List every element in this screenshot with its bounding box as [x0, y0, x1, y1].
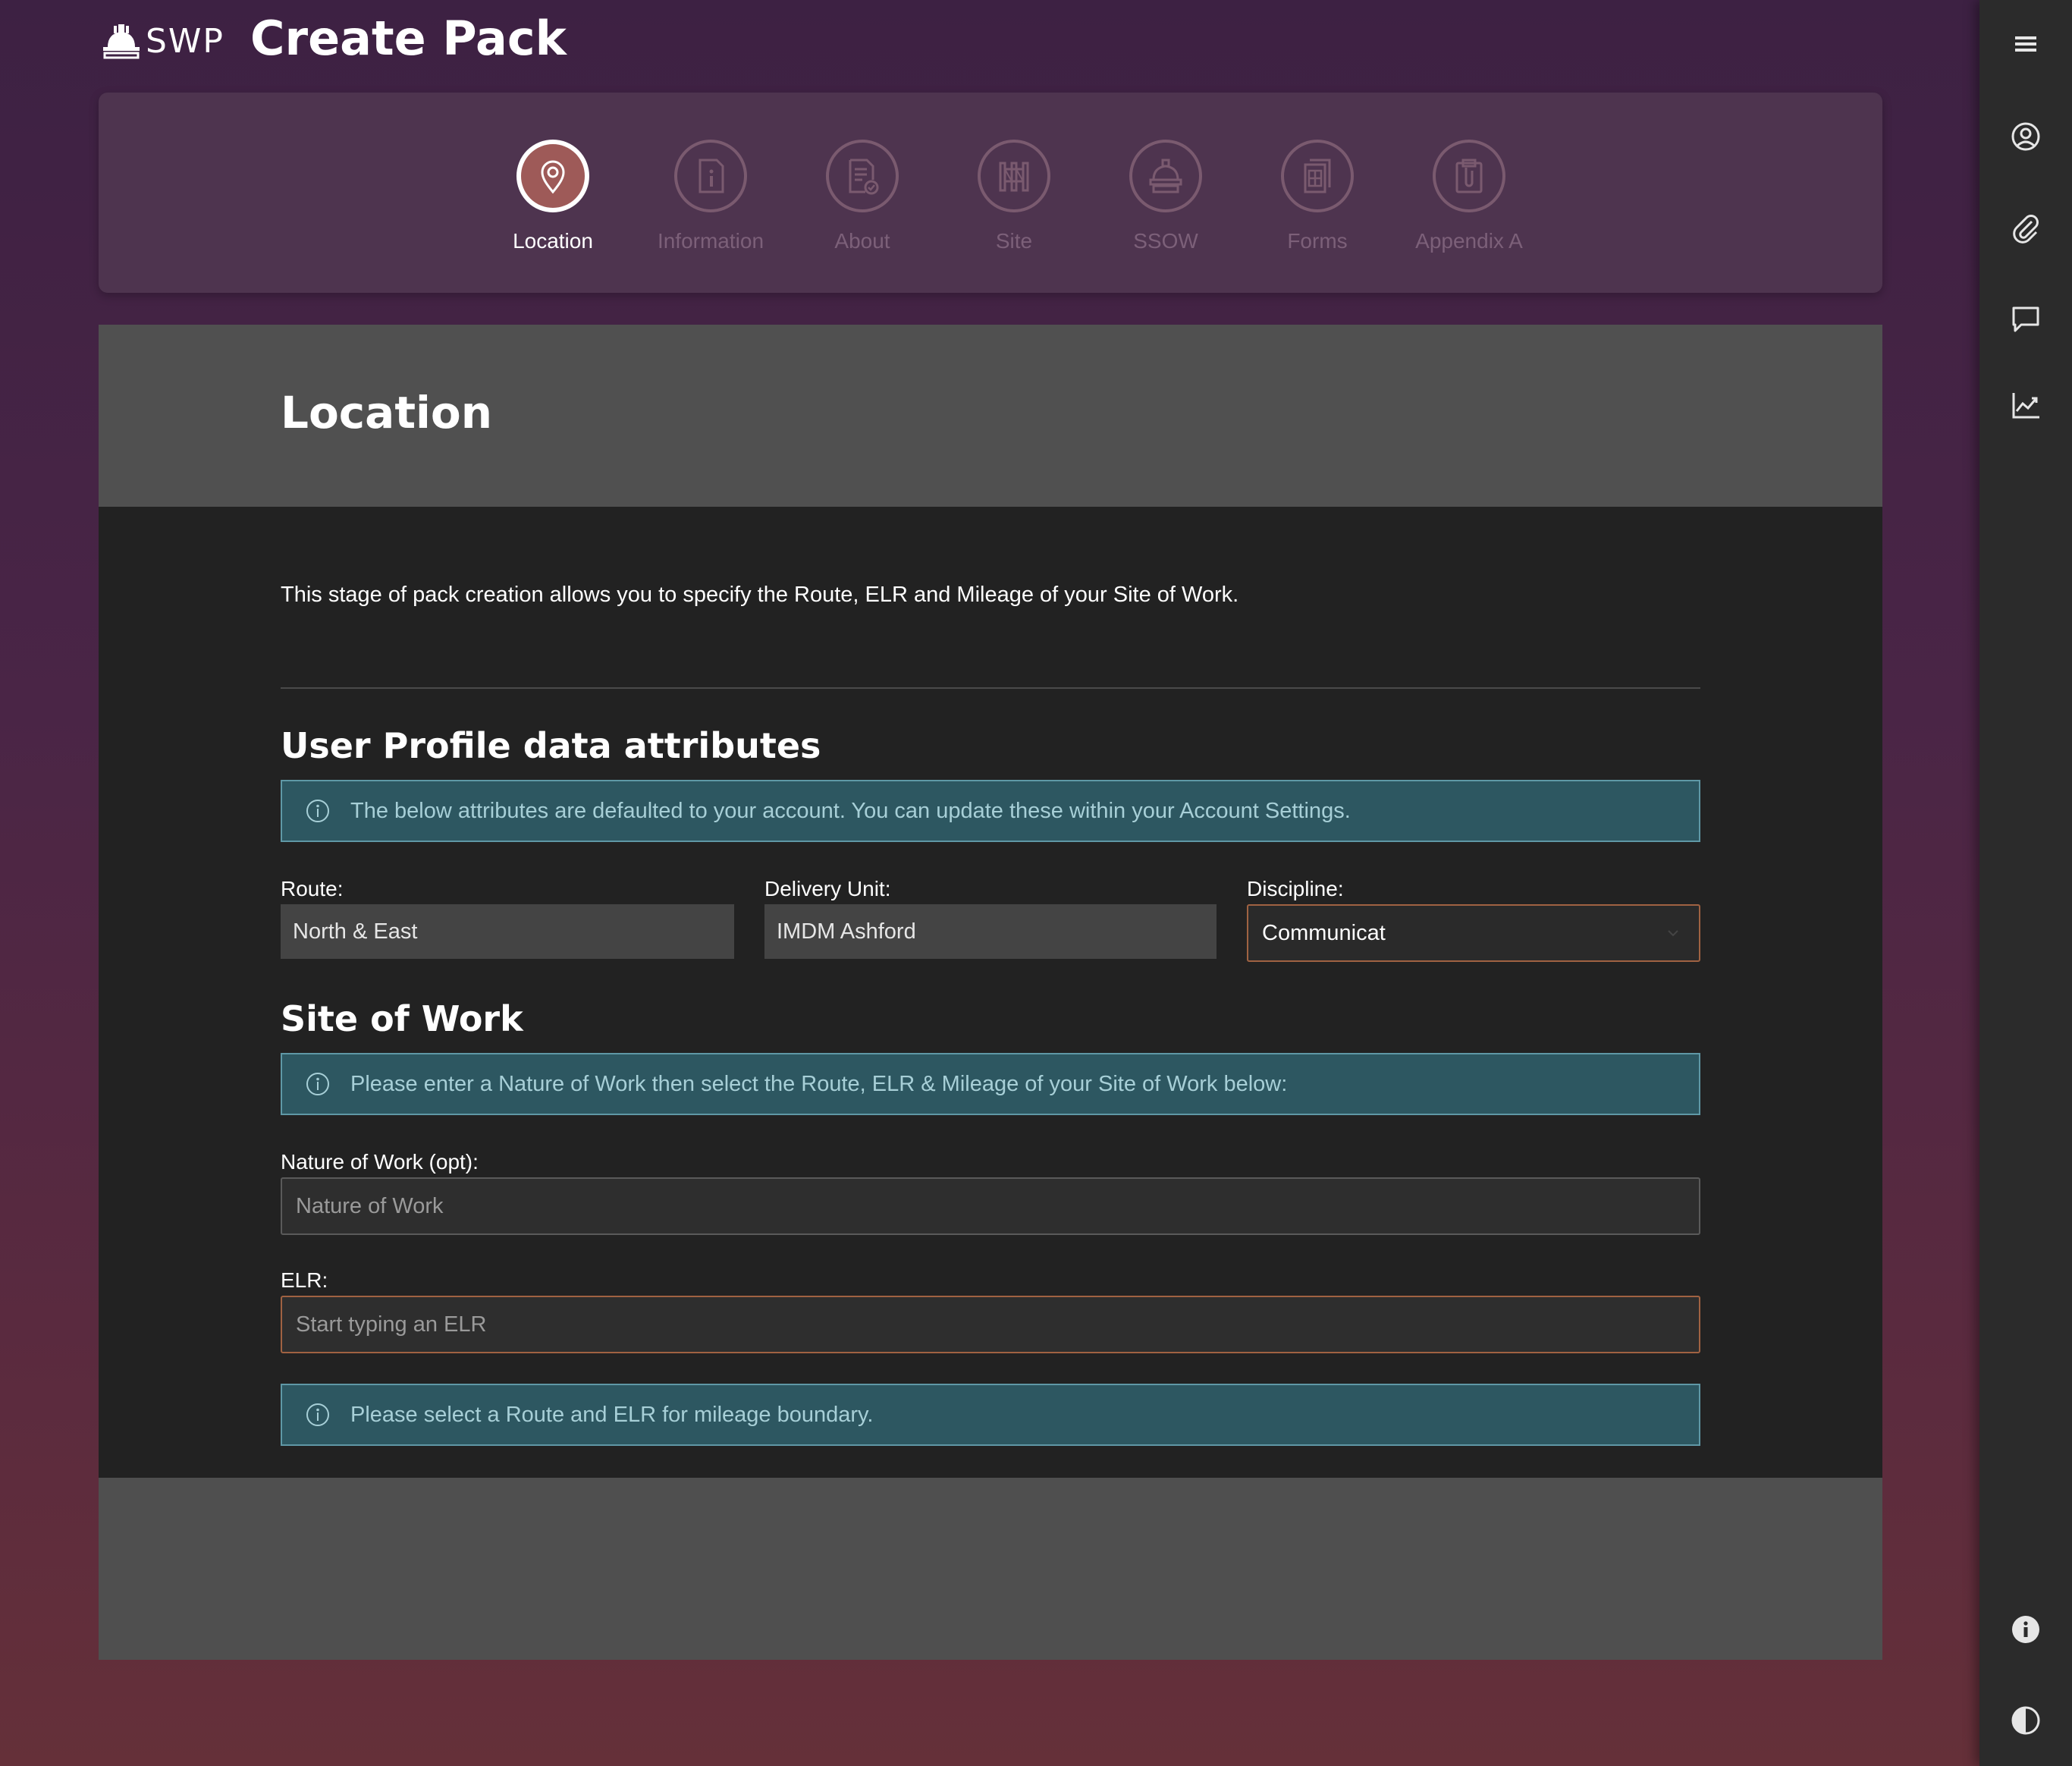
- step-site-circle: [978, 140, 1050, 212]
- site-alert-text: Please enter a Nature of Work then selec…: [350, 1071, 1288, 1096]
- route-field: North & East: [281, 904, 734, 959]
- divider: [281, 687, 1700, 689]
- step-appendix-a[interactable]: Appendix A: [1393, 140, 1545, 253]
- discipline-value: Communicat: [1262, 920, 1386, 945]
- info-icon: [2012, 1616, 2039, 1643]
- user-profile-heading: User Profile data attributes: [281, 725, 821, 766]
- step-about[interactable]: About: [786, 140, 938, 253]
- elr-placeholder: Start typing an ELR: [296, 1312, 487, 1337]
- comment-icon: [2012, 306, 2039, 332]
- hard-hat-icon: [1149, 159, 1182, 193]
- step-label: Information: [657, 229, 764, 253]
- attachment-icon: [2013, 215, 2039, 244]
- profile-info-alert: The below attributes are defaulted to yo…: [281, 780, 1700, 842]
- right-sidebar: [1979, 0, 2072, 1766]
- site-of-work-heading: Site of Work: [281, 998, 523, 1039]
- clipboard-attachment-icon: [1455, 159, 1483, 193]
- section-heading-location: Location: [281, 387, 493, 438]
- menu-icon: [2015, 36, 2036, 52]
- step-label: About: [834, 229, 890, 253]
- logo-text: SWP: [146, 21, 224, 61]
- step-appendix-a-circle: [1433, 140, 1505, 212]
- menu-button[interactable]: [2003, 21, 2048, 67]
- elr-input[interactable]: Start typing an ELR: [281, 1296, 1700, 1353]
- step-location[interactable]: Location: [477, 140, 629, 253]
- document-check-icon: [849, 159, 879, 195]
- forms-icon: [1304, 159, 1331, 193]
- step-about-circle: [826, 140, 899, 212]
- nature-of-work-label: Nature of Work (opt):: [281, 1150, 479, 1174]
- page-title: Create Pack: [250, 11, 567, 66]
- card-footer: [99, 1478, 1882, 1660]
- discipline-select[interactable]: Communicat: [1247, 904, 1700, 962]
- info-circle-icon: [306, 1073, 329, 1095]
- delivery-unit-field: IMDM Ashford: [764, 904, 1217, 959]
- nature-of-work-input[interactable]: Nature of Work: [281, 1177, 1700, 1235]
- pack-creation-stepper: Location Information About Site SSOW For…: [99, 93, 1882, 293]
- step-label: Site: [995, 229, 1033, 253]
- info-button[interactable]: [2003, 1607, 2048, 1652]
- step-location-circle: [516, 140, 589, 212]
- map-pin-icon: [541, 160, 565, 194]
- chart-icon: [2012, 393, 2039, 419]
- card-body: This stage of pack creation allows you t…: [99, 507, 1882, 1478]
- step-ssow-circle: [1129, 140, 1202, 212]
- fence-icon: [999, 162, 1029, 192]
- step-information-circle: [674, 140, 747, 212]
- intro-text: This stage of pack creation allows you t…: [281, 583, 1239, 607]
- analytics-button[interactable]: [2003, 382, 2048, 428]
- step-information[interactable]: Information: [635, 140, 786, 253]
- discipline-label: Discipline:: [1247, 877, 1344, 900]
- theme-toggle-button[interactable]: [2003, 1698, 2048, 1743]
- step-label: Appendix A: [1415, 229, 1523, 253]
- info-document-icon: [699, 159, 724, 193]
- step-ssow[interactable]: SSOW: [1090, 140, 1242, 253]
- delivery-unit-label: Delivery Unit:: [764, 877, 891, 900]
- attachments-button[interactable]: [2003, 205, 2048, 250]
- card-header: Location: [99, 325, 1882, 507]
- comments-button[interactable]: [2003, 296, 2048, 341]
- swp-logo[interactable]: SWP: [102, 18, 224, 64]
- step-label: Forms: [1287, 229, 1348, 253]
- hard-hat-logo-icon: [103, 24, 140, 59]
- step-label: SSOW: [1133, 229, 1198, 253]
- account-button[interactable]: [2003, 114, 2048, 159]
- mileage-alert-text: Please select a Route and ELR for mileag…: [350, 1402, 874, 1427]
- elr-label: ELR:: [281, 1268, 328, 1292]
- mileage-info-alert: Please select a Route and ELR for mileag…: [281, 1384, 1700, 1446]
- step-label: Location: [513, 229, 593, 253]
- step-site[interactable]: Site: [938, 140, 1090, 253]
- route-label: Route:: [281, 877, 344, 900]
- site-info-alert: Please enter a Nature of Work then selec…: [281, 1053, 1700, 1115]
- info-circle-icon: [306, 800, 329, 822]
- user-account-icon: [2011, 122, 2040, 151]
- nature-of-work-placeholder: Nature of Work: [296, 1193, 444, 1218]
- chevron-down-icon: [1668, 930, 1678, 937]
- info-circle-icon: [306, 1403, 329, 1426]
- contrast-icon: [2011, 1706, 2040, 1735]
- step-forms[interactable]: Forms: [1242, 140, 1393, 253]
- step-forms-circle: [1281, 140, 1354, 212]
- profile-alert-text: The below attributes are defaulted to yo…: [350, 798, 1351, 823]
